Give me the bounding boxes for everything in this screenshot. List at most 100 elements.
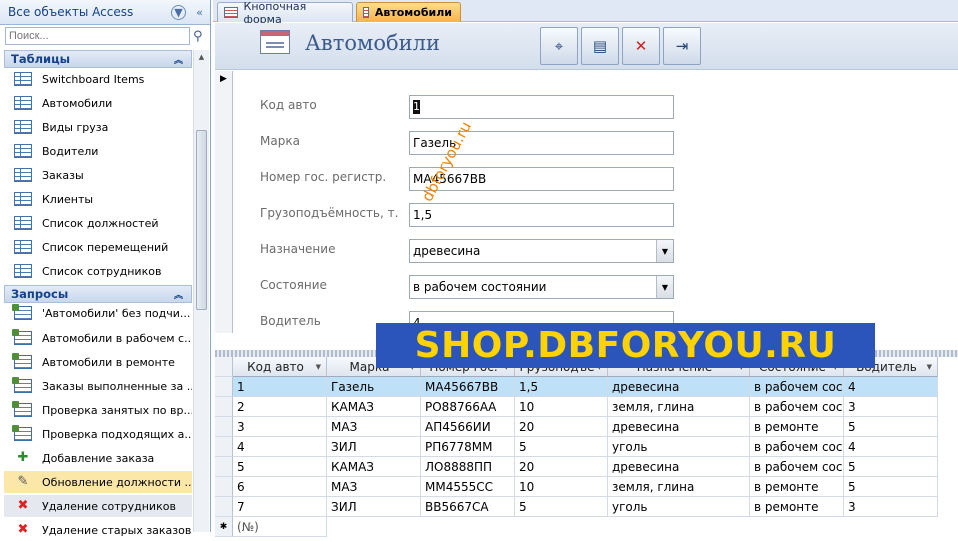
row-selector[interactable] bbox=[215, 497, 233, 517]
car-code-field[interactable]: 1 bbox=[409, 95, 674, 119]
nav-item-query[interactable]: Заказы выполненные за ... bbox=[4, 375, 192, 397]
table-cell[interactable]: земля, глина bbox=[608, 477, 750, 497]
table-cell[interactable]: 1,5 bbox=[515, 377, 608, 397]
table-cell[interactable]: в ремонте bbox=[750, 417, 844, 437]
nav-item-table[interactable]: Клиенты bbox=[4, 188, 192, 210]
table-cell[interactable]: в ремонте bbox=[750, 477, 844, 497]
row-selector[interactable] bbox=[215, 417, 233, 437]
find-record-button[interactable]: ⌖ bbox=[540, 27, 578, 65]
tab-cars[interactable]: Автомобили bbox=[356, 2, 461, 22]
select-all-cell[interactable] bbox=[215, 357, 233, 377]
table-cell[interactable]: 4 bbox=[844, 377, 938, 397]
row-selector[interactable] bbox=[215, 397, 233, 417]
delete-record-button[interactable]: ✕ bbox=[622, 27, 660, 65]
new-row-placeholder[interactable]: (№) bbox=[233, 517, 327, 537]
table-cell[interactable]: АП4566ИИ bbox=[421, 417, 515, 437]
table-cell[interactable]: КАМАЗ bbox=[327, 457, 421, 477]
table-cell[interactable]: 20 bbox=[515, 457, 608, 477]
table-cell[interactable]: в рабочем сос bbox=[750, 377, 844, 397]
nav-item-query[interactable]: ✎ Обновление должности ... bbox=[4, 471, 192, 493]
table-cell[interactable]: 3 bbox=[844, 397, 938, 417]
nav-item-table[interactable]: Список должностей bbox=[4, 212, 192, 234]
nav-pane-header[interactable]: Все объекты Access ▼ « bbox=[0, 0, 210, 25]
table-cell[interactable]: в рабочем сос bbox=[750, 457, 844, 477]
row-selector[interactable] bbox=[215, 457, 233, 477]
nav-item-table[interactable]: Список перемещений bbox=[4, 236, 192, 258]
row-selector[interactable] bbox=[215, 477, 233, 497]
table-cell[interactable]: 5 bbox=[515, 437, 608, 457]
table-row[interactable]: 7 ЗИЛ ВВ5667СА 5 уголь в ремонте 3 bbox=[215, 497, 958, 517]
group-header-tables[interactable]: Таблицы ︽ bbox=[4, 50, 192, 68]
group-header-queries[interactable]: Запросы ︽ bbox=[4, 285, 192, 303]
chevron-down-icon[interactable]: ▼ bbox=[171, 5, 186, 20]
table-cell[interactable]: 20 bbox=[515, 417, 608, 437]
table-cell[interactable]: МАЗ bbox=[327, 417, 421, 437]
table-cell[interactable]: РП6778ММ bbox=[421, 437, 515, 457]
table-cell[interactable]: 5 bbox=[844, 477, 938, 497]
nav-item-table[interactable]: Водители bbox=[4, 140, 192, 162]
nav-item-query[interactable]: Проверка подходящих а... bbox=[4, 423, 192, 445]
nav-item-table[interactable]: Автомобили bbox=[4, 92, 192, 114]
table-row[interactable]: 6 МАЗ ММ4555СС 10 земля, глина в ремонте 5 bbox=[215, 477, 958, 497]
table-cell[interactable]: древесина bbox=[608, 457, 750, 477]
close-form-button[interactable]: ⇥ bbox=[663, 27, 701, 65]
table-cell[interactable]: 10 bbox=[515, 477, 608, 497]
nav-item-query[interactable]: ✚ Добавление заказа bbox=[4, 447, 192, 469]
table-cell[interactable]: уголь bbox=[608, 497, 750, 517]
nav-item-query[interactable]: Автомобили в рабочем с... bbox=[4, 327, 192, 349]
table-cell[interactable]: РО88766АА bbox=[421, 397, 515, 417]
nav-item-query[interactable]: Проверка занятых по вр... bbox=[4, 399, 192, 421]
table-row[interactable]: 4 ЗИЛ РП6778ММ 5 уголь в рабочем сос 4 bbox=[215, 437, 958, 457]
nav-item-table[interactable]: Switchboard Items bbox=[4, 68, 192, 90]
new-row-icon[interactable]: ✱ bbox=[215, 517, 233, 537]
table-cell[interactable]: 5 bbox=[233, 457, 327, 477]
table-cell[interactable]: 5 bbox=[844, 457, 938, 477]
table-cell[interactable]: 10 bbox=[515, 397, 608, 417]
record-selector[interactable]: ▶ bbox=[215, 71, 233, 333]
table-row[interactable]: 2 КАМАЗ РО88766АА 10 земля, глина в рабочем с… bbox=[215, 397, 958, 417]
table-cell[interactable]: ВВ5667СА bbox=[421, 497, 515, 517]
table-cell[interactable]: МАЗ bbox=[327, 477, 421, 497]
table-cell[interactable]: КАМАЗ bbox=[327, 397, 421, 417]
condition-combo[interactable]: в рабочем состоянии ▼ bbox=[409, 275, 674, 299]
table-cell[interactable]: уголь bbox=[608, 437, 750, 457]
new-record-button[interactable]: ▤ bbox=[581, 27, 619, 65]
table-cell[interactable]: 4 bbox=[233, 437, 327, 457]
table-cell[interactable]: 7 bbox=[233, 497, 327, 517]
chevron-down-icon[interactable]: ▼ bbox=[656, 240, 673, 262]
row-selector[interactable] bbox=[215, 377, 233, 397]
chevron-down-icon[interactable]: ▼ bbox=[316, 363, 321, 371]
table-cell[interactable]: 3 bbox=[844, 497, 938, 517]
purpose-combo[interactable]: древесина ▼ bbox=[409, 239, 674, 263]
scroll-thumb[interactable] bbox=[196, 130, 207, 310]
table-cell[interactable]: 4 bbox=[844, 437, 938, 457]
table-cell[interactable]: 1 bbox=[233, 377, 327, 397]
chevron-down-icon[interactable]: ▼ bbox=[927, 363, 932, 371]
new-record-row[interactable]: ✱ (№) bbox=[215, 517, 958, 537]
capacity-field[interactable]: 1,5 bbox=[409, 203, 674, 227]
table-row[interactable]: 5 КАМАЗ ЛО8888ПП 20 древесина в рабочем сос 5 bbox=[215, 457, 958, 477]
table-cell[interactable]: 3 bbox=[233, 417, 327, 437]
table-cell[interactable]: в рабочем сос bbox=[750, 437, 844, 457]
table-cell[interactable]: древесина bbox=[608, 417, 750, 437]
table-cell[interactable]: в ремонте bbox=[750, 497, 844, 517]
column-header[interactable]: Код авто ▼ bbox=[233, 357, 327, 377]
nav-item-query[interactable]: 'Автомобили' без подчи... bbox=[4, 302, 192, 324]
table-cell[interactable]: ЗИЛ bbox=[327, 497, 421, 517]
row-selector[interactable] bbox=[215, 437, 233, 457]
nav-item-query[interactable]: ✖ Удаление сотрудников bbox=[4, 495, 192, 517]
nav-item-table[interactable]: Список сотрудников bbox=[4, 260, 192, 282]
tab-switchboard[interactable]: Кнопочная форма bbox=[217, 0, 353, 26]
nav-item-table[interactable]: Заказы bbox=[4, 164, 192, 186]
table-cell[interactable]: Газель bbox=[327, 377, 421, 397]
table-cell[interactable]: ММ4555СС bbox=[421, 477, 515, 497]
nav-scrollbar[interactable]: ▲ bbox=[193, 50, 209, 532]
table-cell[interactable]: 5 bbox=[515, 497, 608, 517]
table-cell[interactable]: земля, глина bbox=[608, 397, 750, 417]
scroll-up-icon[interactable]: ▲ bbox=[194, 50, 209, 64]
table-cell[interactable]: в рабочем сос bbox=[750, 397, 844, 417]
table-row[interactable]: 3 МАЗ АП4566ИИ 20 древесина в ремонте 5 bbox=[215, 417, 958, 437]
table-cell[interactable]: МА45667ВВ bbox=[421, 377, 515, 397]
nav-item-query[interactable]: Автомобили в ремонте bbox=[4, 351, 192, 373]
table-cell[interactable]: древесина bbox=[608, 377, 750, 397]
